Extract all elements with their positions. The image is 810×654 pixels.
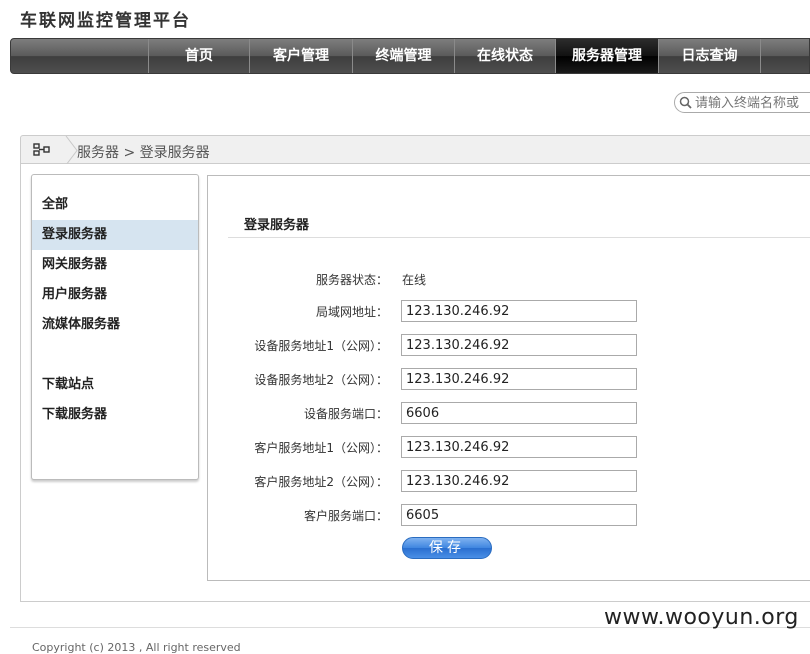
lan-address-label: 局域网地址： [315, 305, 388, 319]
nav-item-online-status[interactable]: 在线状态 [454, 39, 555, 73]
nav-item-log-query[interactable]: 日志查询 [658, 39, 760, 73]
search-box [674, 92, 810, 113]
nav-item-empty [760, 39, 810, 73]
device-address-1-input[interactable] [401, 334, 637, 356]
sidebar-item-download-site[interactable]: 下载站点 [32, 370, 198, 400]
save-button[interactable]: 保存 [402, 537, 492, 559]
search-icon[interactable] [679, 96, 692, 109]
client-port-input[interactable] [401, 504, 637, 526]
app-title: 车联网监控管理平台 [20, 11, 191, 31]
sidebar-item-gateway-server[interactable]: 网关服务器 [32, 250, 198, 280]
nav-item-home[interactable]: 首页 [148, 39, 249, 73]
client-address-2-label: 客户服务地址2（公网）： [254, 475, 388, 489]
nav-item-customers[interactable]: 客户管理 [249, 39, 352, 73]
sidebar-item-streaming-server[interactable]: 流媒体服务器 [32, 310, 198, 340]
client-address-2-input[interactable] [401, 470, 637, 492]
footer-copyright: Copyright (c) 2013 , All right reserved [32, 641, 241, 654]
device-address-2-input[interactable] [401, 368, 637, 390]
client-address-1-label: 客户服务地址1（公网）： [254, 441, 388, 455]
client-address-1-input[interactable] [401, 436, 637, 458]
nav-item-server-management[interactable]: 服务器管理 [555, 39, 658, 73]
main-nav: 首页 客户管理 终端管理 在线状态 服务器管理 日志查询 [10, 38, 810, 74]
device-port-label: 设备服务端口： [303, 407, 388, 421]
sidebar-item-user-server[interactable]: 用户服务器 [32, 280, 198, 310]
divider [228, 237, 810, 238]
status-value: 在线 [402, 273, 427, 287]
server-form-panel: 登录服务器 服务器状态： 在线 局域网地址： 设备服务地址1（公网）： 设备服务… [207, 175, 810, 581]
device-address-2-label: 设备服务地址2（公网）： [254, 373, 388, 387]
sidebar-item-download-server[interactable]: 下载服务器 [32, 400, 198, 430]
lan-address-input[interactable] [401, 300, 637, 322]
sidebar-item-all[interactable]: 全部 [32, 190, 198, 220]
sidebar: 全部 登录服务器 网关服务器 用户服务器 流媒体服务器 下载站点 下载服务器 [31, 174, 199, 480]
breadcrumb: 服务器 > 登录服务器 [20, 135, 810, 165]
breadcrumb-text: 服务器 > 登录服务器 [77, 145, 210, 161]
watermark: www.wooyun.org [604, 605, 799, 630]
device-port-input[interactable] [401, 402, 637, 424]
client-port-label: 客户服务端口： [303, 509, 388, 523]
panel-title: 登录服务器 [244, 218, 310, 233]
search-input[interactable] [695, 94, 810, 112]
sidebar-item-login-server[interactable]: 登录服务器 [32, 220, 198, 250]
server-tree-icon [33, 143, 50, 156]
status-label: 服务器状态： [315, 273, 388, 287]
device-address-1-label: 设备服务地址1（公网）： [254, 339, 388, 353]
nav-item-terminals[interactable]: 终端管理 [352, 39, 454, 73]
